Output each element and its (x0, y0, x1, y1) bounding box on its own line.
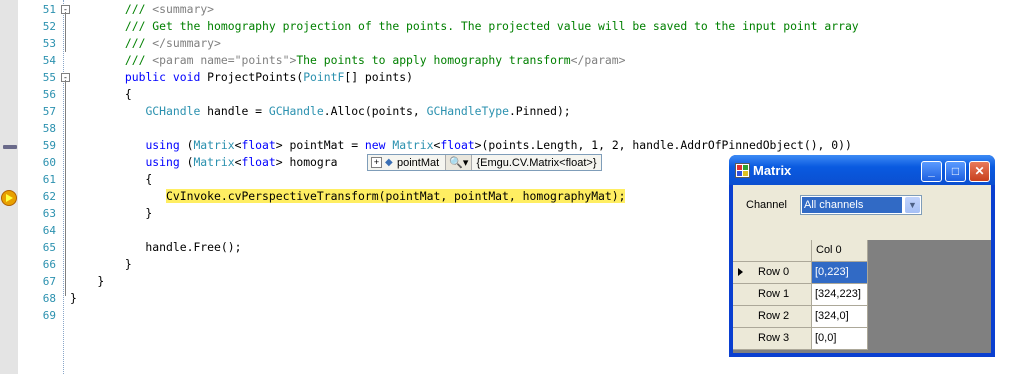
matrix-cell[interactable]: [324,223] (812, 284, 868, 306)
minimize-button[interactable]: _ (921, 161, 942, 182)
line-number: 60 (42, 156, 56, 169)
variable-icon: ◆ (385, 156, 393, 168)
row-header[interactable]: Row 3 (733, 328, 812, 350)
row-label: Row 3 (758, 332, 790, 344)
line-number: 57 (42, 105, 56, 118)
code-line[interactable]: 56 { (0, 86, 1027, 103)
matrix-window[interactable]: Matrix _ □ ✕ Channel All channels ▼ Col … (729, 155, 995, 357)
code-text: } (70, 206, 153, 220)
code-text: public void ProjectPoints(PointF[] point… (124, 70, 413, 84)
line-number: 62 (42, 190, 56, 203)
code-text: CvInvoke.cvPerspectiveTransform(pointMat… (166, 189, 626, 203)
matrix-cell[interactable]: [0,0] (812, 328, 868, 350)
close-button[interactable]: ✕ (969, 161, 990, 182)
row-label: Row 2 (758, 310, 790, 322)
code-text: { (70, 87, 132, 101)
code-line[interactable]: 57 GCHandle handle = GCHandle.Alloc(poin… (0, 103, 1027, 120)
line-number: 54 (42, 54, 56, 67)
line-number: 65 (42, 241, 56, 254)
channel-select[interactable]: All channels ▼ (800, 195, 922, 215)
line-number: 52 (42, 20, 56, 33)
debug-datatip[interactable]: + ◆ pointMat 🔍 ▾ {Emgu.CV.Matrix<float>} (367, 154, 602, 171)
column-header[interactable]: Col 0 (812, 240, 868, 262)
line-number: 63 (42, 207, 56, 220)
app-icon (735, 163, 750, 178)
matrix-cell[interactable]: [324,0] (812, 306, 868, 328)
fold-guide-line (65, 12, 66, 52)
line-number: 61 (42, 173, 56, 186)
line-number: 69 (42, 309, 56, 322)
matrix-cell[interactable]: [0,223] (812, 262, 868, 284)
code-text: GCHandle handle = GCHandle.Alloc(points,… (145, 104, 571, 118)
row-label: Row 1 (758, 288, 790, 300)
chevron-down-icon[interactable]: ▼ (905, 197, 920, 213)
channel-selected-value: All channels (802, 197, 902, 213)
code-line[interactable]: 53 /// </summary> (0, 35, 1027, 52)
code-text: } (70, 291, 77, 305)
row-header[interactable]: Row 0 (733, 262, 812, 284)
window-title: Matrix (753, 163, 792, 178)
code-line[interactable]: 59 using (Matrix<float> pointMat = new M… (0, 137, 1027, 154)
row-header[interactable]: Row 1 (733, 284, 812, 306)
current-row-arrow-icon (738, 268, 743, 276)
line-number: 58 (42, 122, 56, 135)
line-number: 56 (42, 88, 56, 101)
code-text: /// <param name="points">The points to a… (124, 53, 626, 67)
datatip-expand-icon[interactable]: + (371, 157, 382, 168)
datatip-value: {Emgu.CV.Matrix<float>} (476, 156, 597, 169)
line-number: 59 (42, 139, 56, 152)
code-line[interactable]: 55- public void ProjectPoints(PointF[] p… (0, 69, 1027, 86)
line-number: 67 (42, 275, 56, 288)
line-number: 64 (42, 224, 56, 237)
line-number: 55 (42, 71, 56, 84)
code-text: /// </summary> (124, 36, 221, 50)
row-header[interactable]: Row 2 (733, 306, 812, 328)
code-text: using (Matrix<float> homogra (145, 155, 338, 169)
code-line[interactable]: 54 /// <param name="points">The points t… (0, 52, 1027, 69)
code-line[interactable]: 58 (0, 120, 1027, 137)
code-text: { (70, 172, 153, 186)
datatip-variable-name: pointMat (397, 156, 440, 169)
grid-corner-header[interactable] (733, 240, 812, 262)
line-number: 66 (42, 258, 56, 271)
code-text: /// <summary> (124, 2, 215, 16)
fold-guide-line (65, 80, 66, 296)
window-client-area: Channel All channels ▼ Col 0 Row 0 [0,223… (733, 185, 991, 353)
code-text: using (Matrix<float> pointMat = new Matr… (145, 138, 852, 152)
visualizer-dropdown-button[interactable]: 🔍 ▾ (445, 155, 473, 170)
code-text: } (70, 274, 105, 288)
title-bar[interactable]: Matrix _ □ ✕ (729, 155, 995, 185)
magnifier-icon: 🔍 (449, 157, 463, 169)
channel-label: Channel (746, 199, 787, 211)
code-text: handle.Free(); (70, 240, 242, 254)
row-label: Row 0 (758, 266, 790, 278)
code-line[interactable]: 52 /// Get the homography projection of … (0, 18, 1027, 35)
maximize-button[interactable]: □ (945, 161, 966, 182)
code-line[interactable]: 51- /// <summary> (0, 1, 1027, 18)
code-text: } (70, 257, 132, 271)
line-number: 53 (42, 37, 56, 50)
code-text: /// Get the homography projection of the… (124, 19, 859, 33)
line-number: 51 (42, 3, 56, 16)
matrix-data-grid[interactable]: Col 0 Row 0 [0,223] Row 1 [324,223] Row 2 [32… (733, 240, 991, 353)
line-number: 68 (42, 292, 56, 305)
